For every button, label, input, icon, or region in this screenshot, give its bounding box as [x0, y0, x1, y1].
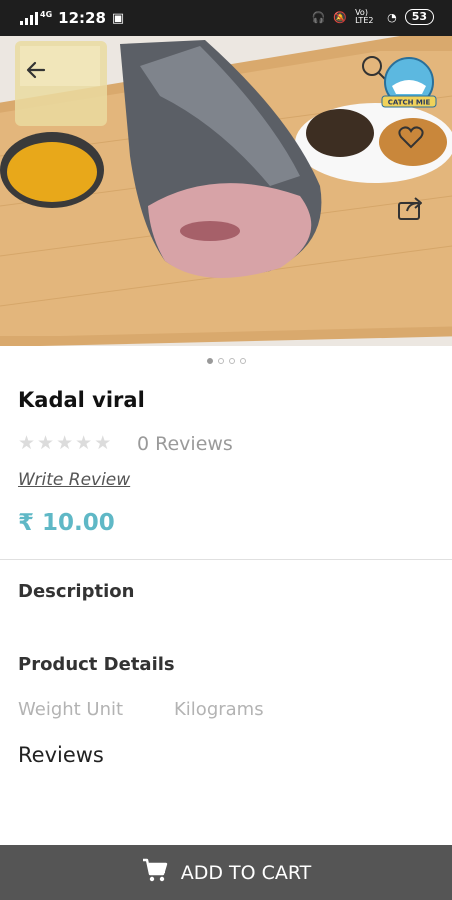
carousel-dot[interactable] [206, 358, 213, 364]
carousel-dot[interactable] [228, 358, 235, 364]
notification-icon: ▣ [111, 10, 125, 26]
star-icon: ★ [94, 432, 112, 454]
reviews-count: 0 Reviews [137, 433, 233, 455]
cart-icon [141, 856, 169, 889]
add-to-cart-button[interactable]: ADD TO CART [0, 845, 452, 900]
status-bar: 4G 12:28 ▣ 🎧 🔕 Vo) LTE2 ◔ 53 [0, 0, 452, 36]
network-type: 4G [40, 9, 53, 19]
star-icon: ★ [37, 432, 55, 454]
back-arrow-icon[interactable] [20, 54, 52, 86]
detail-value-weight-unit: Kilograms [174, 699, 264, 720]
status-time: 12:28 [58, 9, 106, 27]
write-review-link[interactable]: Write Review [18, 470, 130, 490]
divider [0, 559, 452, 560]
add-to-cart-label: ADD TO CART [180, 861, 312, 884]
share-icon[interactable] [395, 192, 427, 224]
reviews-heading: Reviews [18, 743, 104, 767]
battery-icon: 53 [404, 9, 434, 25]
wifi-icon: ◔ [387, 10, 397, 24]
description-heading: Description [18, 581, 135, 602]
brand-logo[interactable]: CATCH MIE [378, 54, 440, 116]
star-icon: ★ [75, 432, 93, 454]
signal-icon [20, 11, 38, 25]
carousel-dot[interactable] [217, 358, 224, 364]
lte-label: Vo) LTE2 [355, 8, 374, 25]
carousel-indicator[interactable] [0, 358, 452, 364]
detail-key-weight-unit: Weight Unit [18, 699, 124, 720]
product-title: Kadal viral [18, 388, 145, 412]
product-details-heading: Product Details [18, 654, 175, 675]
rating-stars: ★ ★ ★ ★ ★ [18, 432, 111, 454]
mute-icon: 🔕 [333, 10, 348, 24]
product-price: ₹ 10.00 [18, 510, 115, 536]
star-icon: ★ [18, 432, 36, 454]
product-image[interactable]: CATCH MIE [0, 36, 452, 346]
star-icon: ★ [56, 432, 74, 454]
heart-icon[interactable] [395, 122, 427, 154]
svg-text:CATCH MIE: CATCH MIE [388, 99, 431, 107]
headphones-icon: 🎧 [311, 10, 326, 24]
carousel-dot[interactable] [239, 358, 246, 364]
